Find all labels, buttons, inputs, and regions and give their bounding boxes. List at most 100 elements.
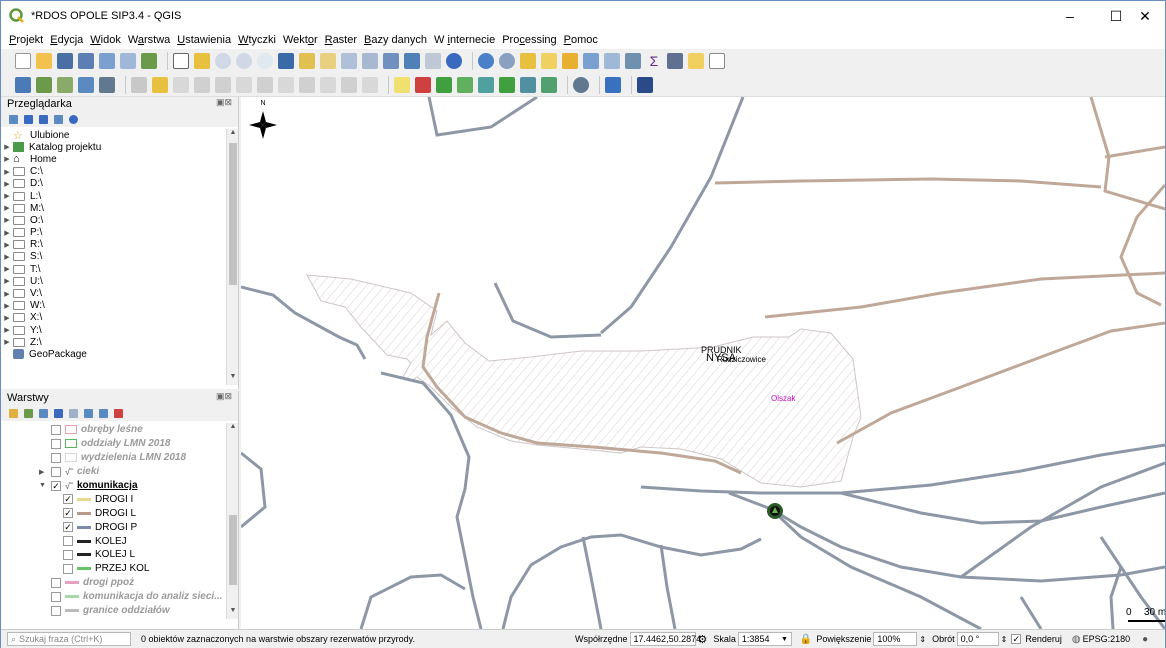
expand-arrow-icon[interactable]: ▶	[1, 338, 13, 346]
paste-features-icon[interactable]	[320, 76, 336, 93]
add-feature-icon[interactable]	[194, 76, 210, 93]
layers-scrollbar[interactable]: ▲ ▼	[226, 423, 238, 619]
menu-widok[interactable]: Widok	[90, 34, 121, 46]
layer-item[interactable]: drogi ppoż	[1, 576, 226, 590]
expand-arrow-icon[interactable]: ▶	[1, 216, 13, 224]
expand-arrow-icon[interactable]: ▶	[1, 265, 13, 273]
zoom-selection-icon[interactable]	[299, 53, 315, 69]
actions-icon[interactable]	[499, 53, 515, 69]
spin-arrows-icon[interactable]: ⇕	[1001, 635, 1008, 644]
browser-item[interactable]: ▶ O:\	[1, 214, 226, 226]
edit-pencil-icon[interactable]	[78, 76, 94, 93]
new-map-view-icon[interactable]	[383, 53, 399, 69]
layer-item[interactable]: KOLEJ L	[1, 548, 226, 562]
locator-search-input[interactable]: ⌕ Szukaj fraza (Ctrl+K)	[7, 632, 131, 646]
browser-item[interactable]: ▶ U:\	[1, 275, 226, 287]
layer-visibility-checkbox[interactable]	[51, 438, 61, 449]
expand-arrow-icon[interactable]: ▶	[1, 229, 13, 237]
menu-w-internecie[interactable]: W internecie	[434, 34, 495, 46]
bookmark-icon[interactable]	[425, 53, 441, 69]
print-layout-icon[interactable]	[99, 53, 115, 69]
browser-item[interactable]: ▶ S:\	[1, 251, 226, 263]
filter-legend-icon[interactable]	[54, 408, 63, 418]
layer-visibility-checkbox[interactable]	[51, 452, 61, 463]
panel-float-close-controls[interactable]: ▣⊠	[216, 97, 232, 108]
menu-bazy-danych[interactable]: Bazy danych	[364, 34, 427, 46]
menu-pomoc[interactable]: Pomoc	[564, 34, 598, 46]
move-label-icon[interactable]	[457, 76, 473, 93]
python-icon[interactable]	[605, 76, 621, 93]
layer-visibility-checkbox[interactable]	[51, 591, 61, 602]
browser-item[interactable]: ▶ Katalog projektu	[1, 141, 226, 153]
forest-road[interactable]	[764, 271, 1165, 319]
spin-arrows-icon[interactable]: ⇕	[919, 635, 926, 644]
select-by-expression-icon[interactable]	[562, 53, 578, 69]
collapse-all-icon[interactable]	[54, 114, 63, 124]
show-labels-icon[interactable]	[436, 76, 452, 93]
layer-item[interactable]: ✓ DROGI I	[1, 492, 226, 506]
style-panel-icon[interactable]	[9, 408, 18, 418]
pin-labels-icon[interactable]	[415, 76, 431, 93]
expand-arrow-icon[interactable]: ▶	[1, 241, 13, 249]
properties-icon[interactable]	[69, 114, 78, 124]
layer-visibility-checkbox[interactable]: ✓	[63, 494, 73, 505]
public-road[interactable]	[359, 573, 466, 629]
layer-item[interactable]: ✓ DROGI L	[1, 506, 226, 520]
undo-icon[interactable]	[341, 76, 357, 93]
panel-float-close-controls[interactable]: ▣⊠	[216, 391, 232, 402]
map-svg[interactable]: N PRUDNIK NYSA Rudziczowice Olszak 0 30 …	[241, 97, 1165, 629]
layer-visibility-checkbox[interactable]: ✓	[51, 480, 61, 491]
layer-visibility-checkbox[interactable]	[63, 549, 73, 560]
expand-arrow-icon[interactable]: ▶	[1, 180, 13, 188]
layer-visibility-checkbox[interactable]	[51, 605, 61, 616]
scroll-thumb[interactable]	[229, 143, 237, 285]
menu-wektor[interactable]: Wektor	[283, 34, 318, 46]
open-project-icon[interactable]	[36, 53, 52, 69]
forest-road[interactable]	[1104, 145, 1165, 159]
close-button[interactable]: ✕	[1125, 1, 1165, 31]
menu-projekt[interactable]: Projekt	[9, 34, 43, 46]
save-as-icon[interactable]	[78, 53, 94, 69]
add-selected-icon[interactable]	[9, 114, 18, 124]
select-features-icon[interactable]	[520, 53, 536, 69]
browser-item[interactable]: ▶ L:\	[1, 190, 226, 202]
layer-item[interactable]: wydzielenia LMN 2018	[1, 451, 226, 465]
digitize-icon[interactable]	[99, 76, 115, 93]
settings-gear-icon[interactable]	[625, 53, 641, 69]
layer-item[interactable]: KOLEJ	[1, 534, 226, 548]
diagram-icon[interactable]	[520, 76, 536, 93]
redo-icon[interactable]	[362, 76, 378, 93]
change-label-icon[interactable]	[499, 76, 515, 93]
add-vector-layer-icon[interactable]	[36, 76, 52, 93]
public-road[interactable]	[493, 282, 602, 339]
menu-warstwa[interactable]: Warstwa	[128, 34, 170, 46]
browser-item[interactable]: GeoPackage	[1, 348, 226, 360]
current-edits-icon[interactable]	[131, 76, 147, 93]
crs-label[interactable]: EPSG:2180	[1083, 634, 1131, 644]
browser-item[interactable]: ▶ V:\	[1, 287, 226, 299]
new-project-icon[interactable]	[15, 53, 31, 69]
toggle-editing-icon[interactable]	[152, 76, 168, 93]
scroll-up-icon[interactable]: ▲	[227, 129, 239, 141]
scale-combo[interactable]: 1:3854 ▼	[737, 632, 792, 646]
browser-item[interactable]: ☆ Ulubione	[1, 129, 226, 142]
zoom-in-icon[interactable]	[215, 53, 231, 69]
zoom-last-icon[interactable]	[362, 53, 378, 69]
expand-arrow-icon[interactable]: ▼	[39, 482, 51, 489]
measure-icon[interactable]	[667, 53, 683, 69]
public-road[interactable]	[427, 97, 538, 137]
public-road[interactable]	[581, 536, 603, 629]
expand-arrow-icon[interactable]: ▶	[1, 314, 13, 322]
crs-globe-icon[interactable]: ◍	[1072, 634, 1081, 645]
coordinate-field[interactable]: 17.4462,50.2874	[629, 632, 701, 646]
browser-item[interactable]: ▶ T:\	[1, 263, 226, 275]
expand-arrow-icon[interactable]: ▶	[1, 143, 13, 151]
expand-arrow-icon[interactable]: ▶	[1, 302, 13, 310]
render-checkbox[interactable]: ✓	[1011, 634, 1022, 644]
browser-item[interactable]: ▶ D:\	[1, 178, 226, 190]
expand-arrow-icon[interactable]: ▶	[1, 204, 13, 212]
refresh-icon[interactable]	[24, 114, 33, 124]
remove-layer-icon[interactable]	[114, 408, 123, 418]
layer-item[interactable]: komunikacja do analiz sieci...	[1, 590, 226, 604]
style-manager-icon[interactable]	[141, 53, 157, 69]
